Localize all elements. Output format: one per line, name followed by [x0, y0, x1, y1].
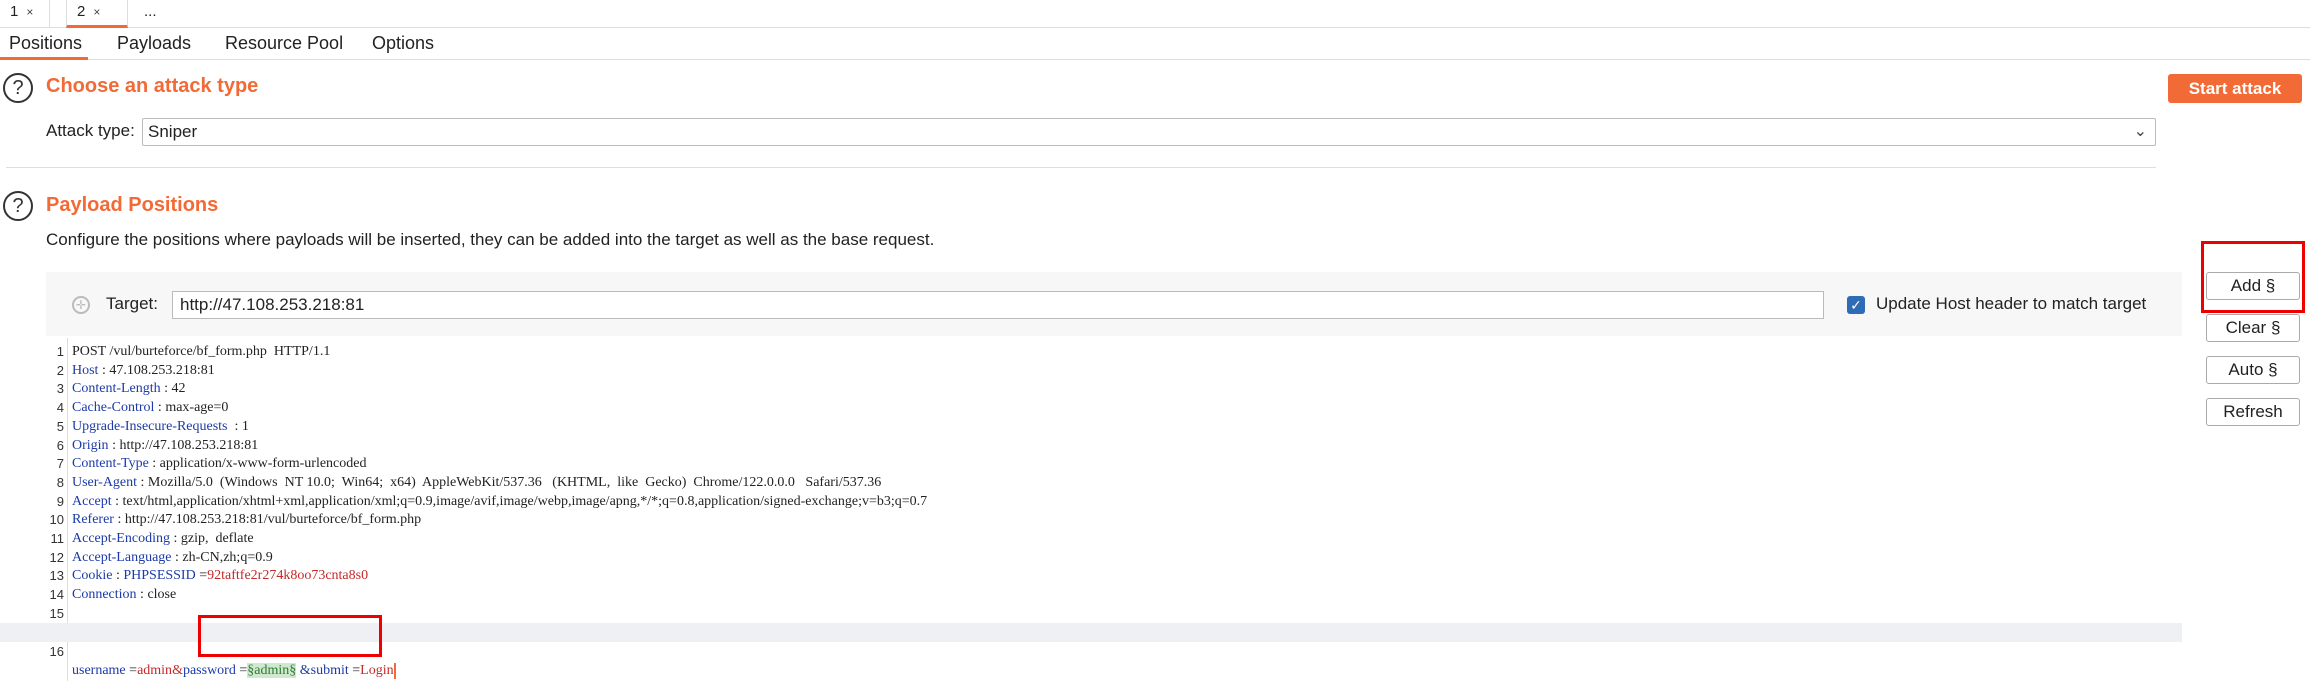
line-number: 8 [56, 474, 64, 490]
line-number: 14 [49, 587, 64, 603]
line-number: 9 [56, 493, 64, 509]
request-line-text: Referer : http://47.108.253.218:81/vul/b… [72, 512, 422, 528]
line-number: 13 [49, 568, 64, 584]
request-line[interactable]: 5 Upgrade-Insecure-Requests : 1 [0, 417, 2184, 436]
tab-positions[interactable]: Positions [0, 28, 88, 60]
refresh-button[interactable]: Refresh [2206, 398, 2300, 426]
line-number: 3 [56, 381, 64, 397]
attack-type-select[interactable]: Sniper ⌄ [142, 118, 2156, 146]
update-host-checkbox[interactable]: ✓ [1847, 296, 1865, 314]
line-number: 6 [56, 437, 64, 453]
text-caret [393, 662, 396, 679]
request-line-text: Cookie : PHPSESSID =92taftfe2r274k8oo73c… [72, 568, 369, 584]
request-tab-1[interactable]: 1 × [0, 0, 50, 28]
request-line[interactable]: 3 Content-Length : 42 [0, 379, 2184, 398]
section-divider [6, 167, 2156, 168]
line-number: 7 [56, 456, 64, 472]
request-line-text: Cache-Control : max-age=0 [72, 400, 229, 416]
request-body: username =admin&password =§admin§ &submi… [72, 662, 396, 679]
intruder-tabs: Positions Payloads Resource Pool Options [0, 28, 2310, 60]
line-number: 11 [50, 531, 65, 546]
line-number: 4 [56, 400, 64, 416]
target-crosshair-icon: ✛ [72, 296, 90, 314]
line-number: 16 [49, 644, 64, 659]
payload-marker: §admin§ [247, 663, 297, 678]
target-input[interactable]: http://47.108.253.218:81 [172, 291, 1824, 319]
line-number: 12 [49, 549, 64, 565]
request-line[interactable]: 9 Accept : text/html,application/xhtml+xm… [0, 492, 2184, 511]
request-line-text: Accept-Encoding : gzip, deflate [72, 531, 254, 546]
line-number: 1 [56, 344, 64, 359]
chevron-down-icon: ⌄ [2133, 123, 2147, 140]
request-line[interactable]: 14 Connection : close [0, 585, 2184, 604]
update-host-label: Update Host header to match target [1876, 294, 2147, 313]
close-icon[interactable]: × [93, 5, 100, 19]
annotation-box [198, 615, 382, 657]
request-line[interactable]: 1 POST /vul/burteforce/bf_form.php HTTP/1… [0, 342, 2184, 361]
start-attack-button[interactable]: Start attack [2168, 74, 2302, 103]
attack-type-value: Sniper [148, 122, 198, 141]
positions-description: Configure the positions where payloads w… [46, 230, 935, 249]
tab-payloads[interactable]: Payloads [117, 28, 191, 60]
request-line-text: Upgrade-Insecure-Requests : 1 [72, 418, 249, 434]
request-line-text: Accept : text/html,application/xhtml+xml… [72, 493, 928, 509]
tab-options[interactable]: Options [372, 28, 434, 60]
request-tab-label: 1 [10, 3, 19, 20]
request-tab-label: 2 [77, 3, 86, 20]
help-icon[interactable]: ? [3, 73, 33, 103]
line-number: 5 [56, 418, 64, 434]
line-number: 2 [56, 362, 64, 378]
request-line[interactable]: 13 Cookie : PHPSESSID =92taftfe2r274k8oo7… [0, 566, 2184, 585]
request-tabs-bar: 1 × 2 × ... [0, 0, 2310, 28]
close-icon[interactable]: × [26, 5, 33, 19]
annotation-box [2201, 241, 2305, 313]
request-line-text: Accept-Language : zh-CN,zh;q=0.9 [72, 549, 273, 565]
auto-markers-button[interactable]: Auto § [2206, 356, 2300, 384]
request-line[interactable]: 6 Origin : http://47.108.253.218:81 [0, 436, 2184, 455]
attack-type-label: Attack type: [46, 121, 135, 140]
request-line[interactable]: 7 Content-Type : application/x-www-form-u… [0, 454, 2184, 473]
request-tab-2[interactable]: 2 × [66, 0, 128, 28]
target-label: Target: [106, 294, 158, 313]
request-line[interactable]: 11 Accept-Encoding : gzip, deflate [0, 529, 2184, 548]
request-line[interactable]: 12 Accept-Language : zh-CN,zh;q=0.9 [0, 548, 2184, 567]
request-line[interactable]: 2 Host : 47.108.253.218:81 [0, 361, 2184, 380]
request-line[interactable]: 4 Cache-Control : max-age=0 [0, 398, 2184, 417]
tab-resource-pool[interactable]: Resource Pool [225, 28, 343, 60]
request-line[interactable]: 10 Referer : http://47.108.253.218:81/vul… [0, 510, 2184, 529]
request-line[interactable]: 8 User-Agent : Mozilla/5.0 (Windows NT 10… [0, 473, 2184, 492]
new-tab-button[interactable]: ... [134, 0, 174, 28]
clear-markers-button[interactable]: Clear § [2206, 314, 2300, 342]
attack-type-heading: Choose an attack type [46, 75, 259, 97]
line-number: 10 [49, 512, 64, 528]
line-number: 15 [49, 605, 64, 621]
request-line-text: Connection : close [72, 587, 177, 603]
help-icon[interactable]: ? [3, 191, 33, 221]
request-line-text: Content-Length : 42 [72, 381, 186, 397]
request-line-text: Content-Type : application/x-www-form-ur… [72, 456, 367, 472]
request-line-text: User-Agent : Mozilla/5.0 (Windows NT 10.… [72, 474, 882, 490]
request-line-text: Origin : http://47.108.253.218:81 [72, 437, 259, 453]
request-line-text: POST /vul/burteforce/bf_form.php HTTP/1.… [72, 344, 331, 359]
request-line-text: Host : 47.108.253.218:81 [72, 362, 215, 378]
payload-positions-heading: Payload Positions [46, 194, 219, 216]
